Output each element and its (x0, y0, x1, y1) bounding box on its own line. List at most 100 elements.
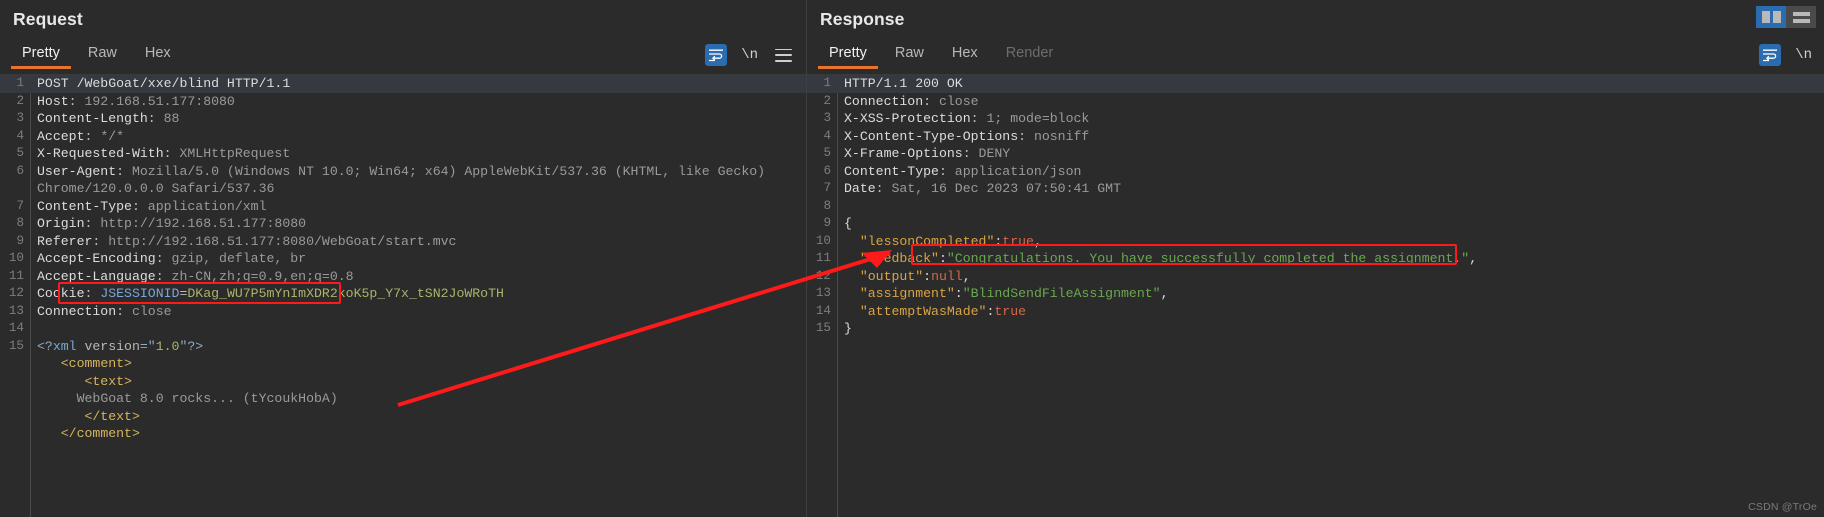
newline-icon[interactable]: \n (741, 47, 758, 63)
line-number (0, 373, 30, 391)
newline-icon[interactable]: \n (1795, 47, 1812, 63)
code-text: Content-Length: 88 (37, 111, 180, 126)
request-panel: Request Pretty Raw Hex \n 1 POST /WebGoa… (0, 0, 806, 517)
code-text: <comment> (60, 356, 132, 371)
line-number: 4 (823, 128, 831, 143)
response-tab-hex[interactable]: Hex (938, 39, 992, 69)
code-line: 1 POST /WebGoat/xxe/blind HTTP/1.1 (0, 75, 806, 93)
line-number: 11 (8, 268, 24, 283)
code-text: Accept: */* (37, 128, 125, 144)
line-number: 7 (823, 181, 831, 195)
code-text: <?xml version="1.0"?> (37, 338, 204, 354)
line-number: 5 (16, 146, 24, 160)
request-tab-pretty[interactable]: Pretty (8, 39, 74, 69)
response-panel: Response Pretty Raw Hex Render \n 1 HTTP/… (807, 0, 1824, 517)
code-line: <text> (0, 373, 806, 391)
code-text: Accept-Encoding: gzip, deflate, br (37, 251, 307, 266)
line-number: 4 (16, 128, 24, 143)
code-text: POST /WebGoat/xxe/blind HTTP/1.1 (37, 76, 291, 91)
line-number: 11 (815, 251, 831, 265)
line-number (0, 180, 30, 198)
line-number: 6 (823, 163, 831, 178)
code-text: Connection: close (37, 303, 172, 319)
code-line: 14 "attemptWasMade":true (807, 303, 1824, 321)
code-text: "feedback":"Congratulations. You have su… (859, 251, 1478, 266)
request-code-area[interactable]: 1 POST /WebGoat/xxe/blind HTTP/1.1 2 Host: … (0, 75, 806, 517)
line-number: 1 (16, 76, 24, 90)
response-code-lines: 1 HTTP/1.1 200 OK 2 Connection: close 3 X-XSS… (807, 75, 1824, 338)
request-tab-raw[interactable]: Raw (74, 39, 131, 69)
split-vertical-icon[interactable] (1756, 6, 1786, 28)
code-line: 11 Accept-Language: zh-CN,zh;q=0.9,en;q=0… (0, 268, 806, 286)
code-line: 11 "feedback":"Congratulations. You have… (807, 250, 1824, 268)
menu-icon[interactable] (772, 44, 794, 66)
code-text: Host: 192.168.51.177:8080 (37, 93, 235, 109)
request-tab-hex[interactable]: Hex (131, 39, 185, 69)
code-line: 14 (0, 320, 806, 338)
line-number: 15 (8, 338, 24, 353)
line-number: 10 (8, 251, 24, 265)
code-line: </text> (0, 408, 806, 426)
code-line: 2 Host: 192.168.51.177:8080 (0, 93, 806, 111)
word-wrap-icon[interactable] (705, 44, 728, 66)
line-number: 2 (823, 93, 831, 108)
code-line: 9 Referer: http://192.168.51.177:8080/Web… (0, 233, 806, 251)
line-number: 9 (823, 216, 831, 230)
code-line: 5 X-Requested-With: XMLHttpRequest (0, 145, 806, 163)
code-line: 1 HTTP/1.1 200 OK (807, 75, 1824, 93)
line-number (0, 408, 30, 426)
code-line: 7 Content-Type: application/xml (0, 198, 806, 216)
line-number: 13 (815, 286, 831, 300)
line-number (0, 355, 30, 373)
code-text: Content-Type: application/json (844, 163, 1082, 179)
code-text: Origin: http://192.168.51.177:8080 (37, 216, 307, 231)
request-title-row: Request (0, 0, 806, 39)
request-code-lines: 1 POST /WebGoat/xxe/blind HTTP/1.1 2 Host: … (0, 75, 806, 443)
word-wrap-icon[interactable] (1759, 44, 1782, 66)
line-number: 3 (823, 111, 831, 125)
code-text: X-XSS-Protection: 1; mode=block (844, 111, 1090, 126)
code-line: 8 (807, 198, 1824, 216)
response-tab-raw[interactable]: Raw (881, 39, 938, 69)
code-line: 5 X-Frame-Options: DENY (807, 145, 1824, 163)
code-line: 6 Content-Type: application/json (807, 163, 1824, 181)
code-line: 13 "assignment":"BlindSendFileAssignment… (807, 285, 1824, 303)
code-text: Accept-Language: zh-CN,zh;q=0.9,en;q=0.8 (37, 268, 354, 284)
code-text: Cookie: JSESSIONID=DKag_WU7P5mYnImXDR2ko… (37, 286, 504, 301)
line-number: 9 (16, 233, 24, 248)
code-text: "lessonCompleted":true, (859, 233, 1042, 249)
code-line: <comment> (0, 355, 806, 373)
line-number: 5 (823, 146, 831, 160)
code-line: 3 Content-Length: 88 (0, 110, 806, 128)
line-number: 6 (16, 163, 24, 178)
line-number: 14 (815, 303, 831, 318)
response-tab-pretty[interactable]: Pretty (815, 39, 881, 69)
line-number: 10 (815, 233, 831, 248)
code-text: X-Content-Type-Options: nosniff (844, 128, 1090, 144)
line-number: 8 (823, 198, 831, 213)
code-line: 12 Cookie: JSESSIONID=DKag_WU7P5mYnImXDR2… (0, 285, 806, 303)
response-toolbar: \n (1759, 39, 1824, 66)
code-text: </comment> (60, 426, 140, 441)
request-tab-bar: Pretty Raw Hex \n (0, 39, 806, 75)
code-line: 8 Origin: http://192.168.51.177:8080 (0, 215, 806, 233)
code-line: 10 "lessonCompleted":true, (807, 233, 1824, 251)
response-tab-render: Render (1005, 45, 1054, 61)
request-panel-title: Request (13, 9, 83, 29)
code-line: 4 Accept: */* (0, 128, 806, 146)
code-text: } (844, 321, 852, 336)
code-text: WebGoat 8.0 rocks... (tYcoukHobA) (76, 391, 338, 406)
code-text: "output":null, (859, 268, 971, 284)
response-code-area[interactable]: 1 HTTP/1.1 200 OK 2 Connection: close 3 X-XSS… (807, 75, 1824, 517)
line-number: 1 (823, 76, 831, 90)
line-number: 8 (16, 216, 24, 230)
code-line: 2 Connection: close (807, 93, 1824, 111)
response-title-row: Response (807, 0, 1824, 39)
line-number: 12 (8, 286, 24, 300)
line-number: 2 (16, 93, 24, 108)
split-horizontal-icon[interactable] (1786, 6, 1816, 28)
response-panel-title: Response (820, 9, 905, 29)
code-line: 15 <?xml version="1.0"?> (0, 338, 806, 356)
code-text: "attemptWasMade":true (859, 303, 1027, 319)
code-line: 13 Connection: close (0, 303, 806, 321)
